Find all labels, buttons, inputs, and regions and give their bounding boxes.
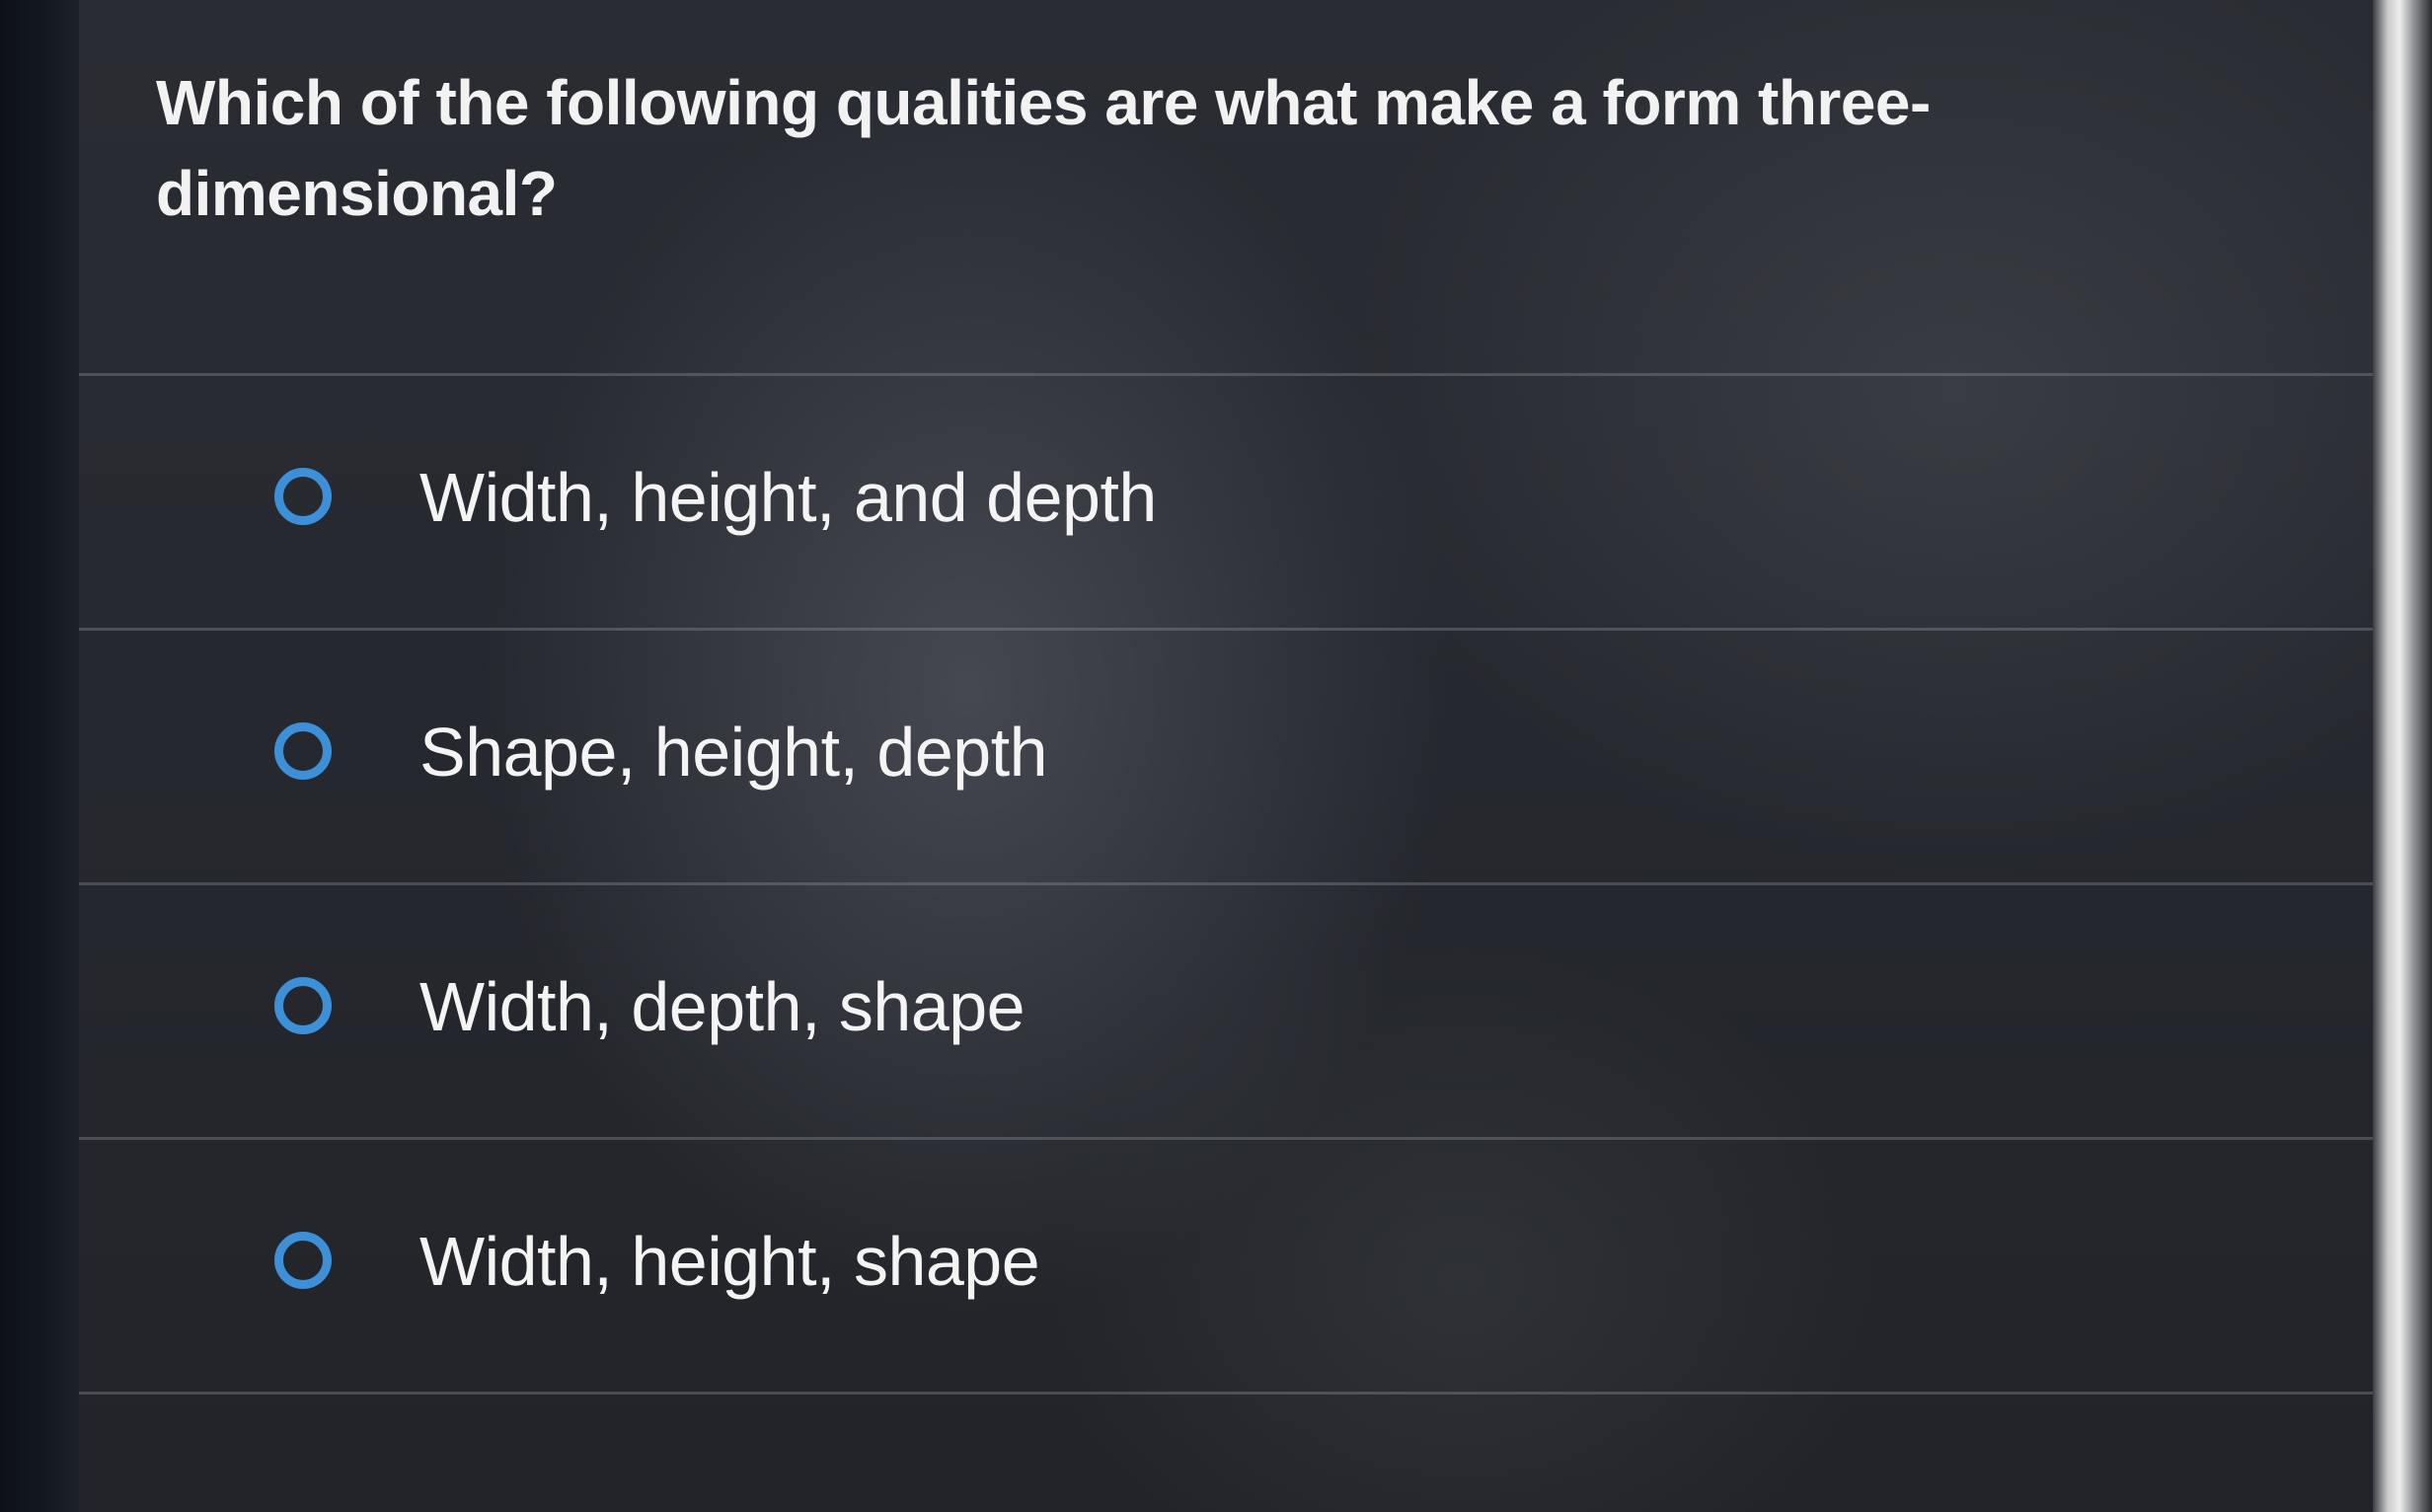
option-divider (79, 1392, 2373, 1395)
answer-option-3[interactable]: Width, depth, shape (79, 884, 2373, 1133)
answer-option-label[interactable]: Shape, height, depth (419, 713, 1048, 792)
question-text: Which of the following qualities are wha… (156, 67, 1931, 229)
radio-button-icon[interactable] (274, 468, 332, 525)
answer-option-label[interactable]: Width, depth, shape (419, 967, 1026, 1046)
quiz-panel: Which of the following qualities are wha… (79, 0, 2373, 1512)
radio-button-icon[interactable] (274, 1232, 332, 1289)
answer-option-2[interactable]: Shape, height, depth (79, 630, 2373, 878)
answer-option-1[interactable]: Width, height, and depth (79, 375, 2373, 624)
answer-option-label[interactable]: Width, height, and depth (419, 458, 1157, 537)
answer-option-4[interactable]: Width, height, shape (79, 1139, 2373, 1388)
answer-option-label[interactable]: Width, height, shape (419, 1222, 1040, 1301)
radio-button-icon[interactable] (274, 977, 332, 1034)
radio-button-icon[interactable] (274, 722, 332, 780)
left-border (0, 0, 79, 1512)
right-border (2373, 0, 2432, 1512)
